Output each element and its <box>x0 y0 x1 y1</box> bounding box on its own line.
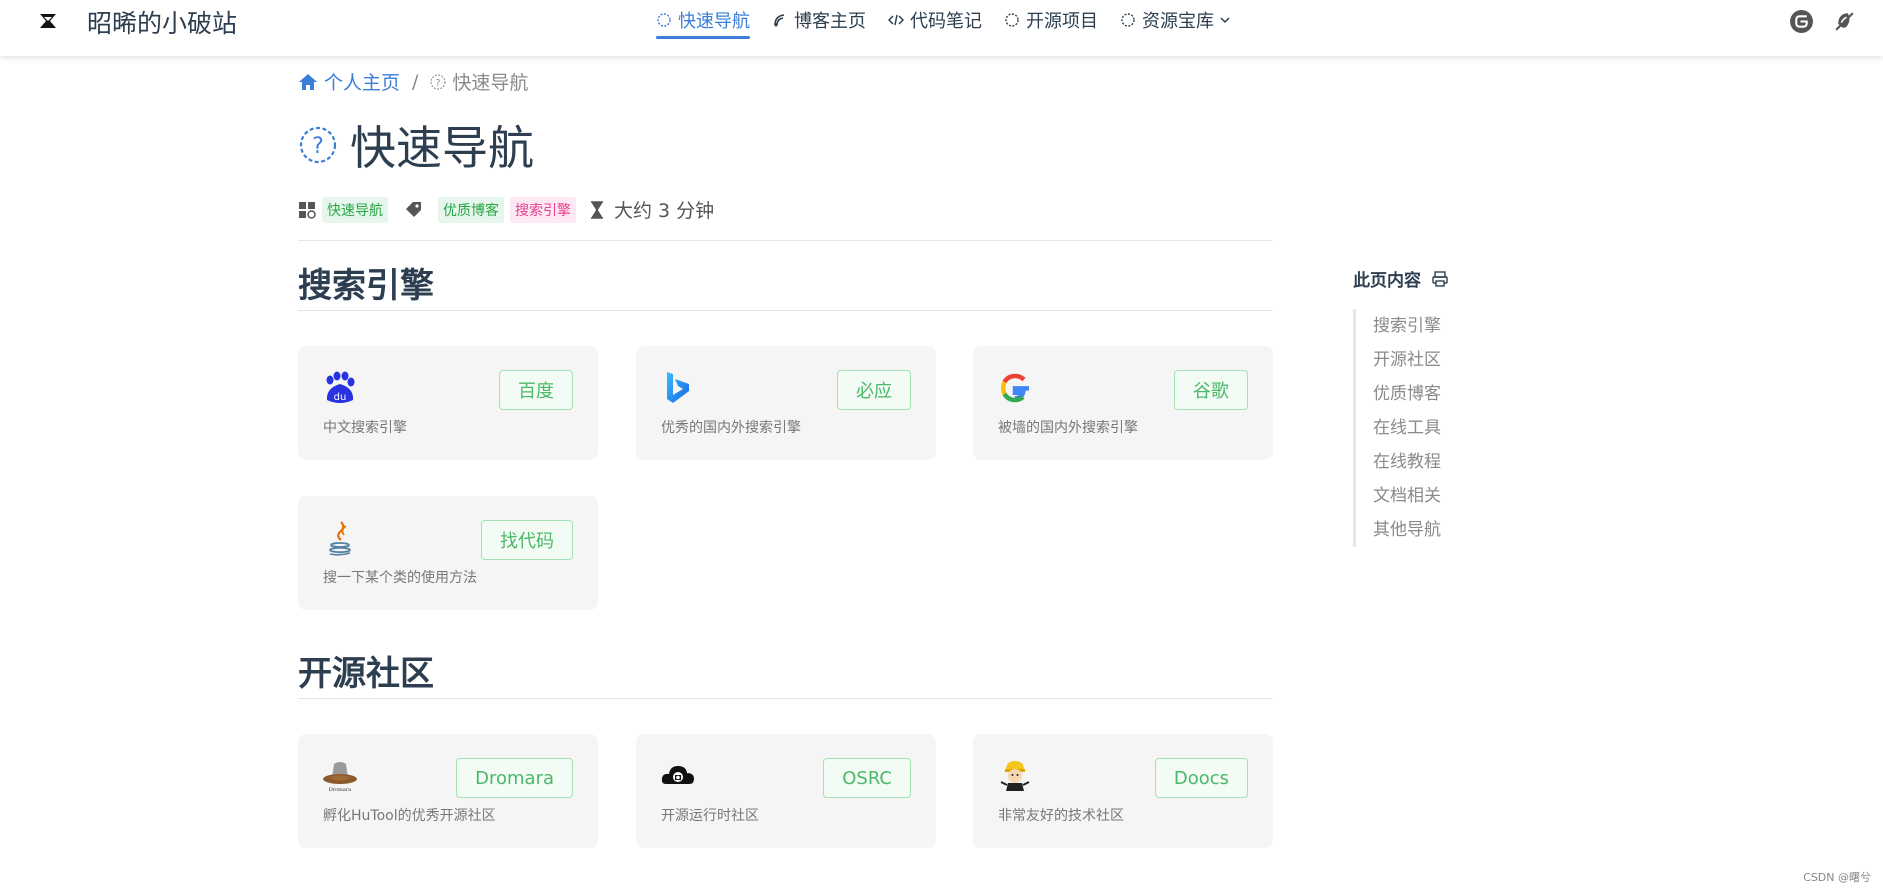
chevron-down-icon <box>1220 17 1230 24</box>
osrc-logo <box>661 766 694 784</box>
card-description: 被墙的国内外搜索引擎 <box>998 420 1138 436</box>
nav-link-code-notes[interactable]: 代码笔记 <box>888 0 982 40</box>
breadcrumb: 个人主页 / ? 快速导航 <box>298 68 528 95</box>
home-icon <box>299 73 317 90</box>
category-tag[interactable]: 快速导航 <box>322 196 388 223</box>
toc-item-other-nav[interactable]: 其他导航 <box>1373 513 1441 547</box>
nav-link-label: 博客主页 <box>794 11 866 32</box>
divider <box>298 698 1273 699</box>
gitee-icon[interactable] <box>1789 9 1814 34</box>
divider <box>298 240 1273 241</box>
tag-quality-blogs[interactable]: 优质博客 <box>438 196 504 223</box>
baidu-logo: du <box>326 371 355 403</box>
baidu-button[interactable]: 百度 <box>499 370 573 410</box>
tag-search-engines[interactable]: 搜索引擎 <box>510 196 576 223</box>
circle-icon <box>1121 13 1135 27</box>
svg-text:?: ? <box>436 78 441 89</box>
section-title-open-source-community: 开源社区 <box>298 654 434 694</box>
nav-link-quick-nav[interactable]: 快速导航 <box>656 0 750 40</box>
card-description: 优秀的国内外搜索引擎 <box>661 420 801 436</box>
toc-title: 此页内容 <box>1353 271 1421 291</box>
code-icon <box>888 14 904 26</box>
nav-link-label: 代码笔记 <box>910 11 982 32</box>
tag-icon <box>406 201 421 217</box>
page-meta: 快速导航 优质博客 搜索引擎 大约 3 分钟 <box>298 196 714 223</box>
nav-card-dromara: Dromara Dromara 孵化HuTool的优秀开源社区 <box>298 734 598 848</box>
svg-text:Dromara: Dromara <box>329 787 352 793</box>
toc-list: 搜索引擎 开源社区 优质博客 在线工具 在线教程 文档相关 其他导航 <box>1353 309 1441 547</box>
nav-card-bing: 必应 优秀的国内外搜索引擎 <box>636 346 936 460</box>
doocs-logo <box>1000 761 1030 791</box>
dromara-logo: Dromara <box>323 762 357 793</box>
page-title-text: 快速导航 <box>350 121 534 175</box>
nav-card-doocs: Doocs 非常友好的技术社区 <box>973 734 1273 848</box>
nav-link-label: 开源项目 <box>1026 11 1098 32</box>
breadcrumb-current-label: 快速导航 <box>452 72 529 94</box>
toc-item-docs[interactable]: 文档相关 <box>1373 479 1441 513</box>
bing-logo <box>667 372 689 403</box>
doocs-button[interactable]: Doocs <box>1154 758 1248 798</box>
circle-icon <box>657 13 671 27</box>
card-description: 非常友好的技术社区 <box>998 808 1124 824</box>
osrc-button[interactable]: OSRC <box>823 758 911 798</box>
card-description: 中文搜索引擎 <box>323 420 407 436</box>
card-description: 开源运行时社区 <box>661 808 759 824</box>
google-logo <box>1001 373 1029 403</box>
find-code-button[interactable]: 找代码 <box>481 520 573 560</box>
circle-icon <box>1005 13 1019 27</box>
java-logo <box>329 521 351 556</box>
toc-item-search-engines[interactable]: 搜索引擎 <box>1373 309 1441 343</box>
watermark-text: CSDN @曙兮 <box>1803 871 1871 884</box>
hourglass-icon <box>591 200 603 219</box>
nav-link-blog[interactable]: 博客主页 <box>772 0 866 40</box>
breadcrumb-home[interactable]: 个人主页 <box>298 68 400 95</box>
toc-item-online-tools[interactable]: 在线工具 <box>1373 411 1441 445</box>
blog-icon <box>774 14 785 27</box>
nav-right-actions <box>1789 9 1857 34</box>
category-icon <box>299 201 316 219</box>
google-button[interactable]: 谷歌 <box>1174 370 1248 410</box>
card-description: 孵化HuTool的优秀开源社区 <box>323 808 496 824</box>
dromara-button[interactable]: Dromara <box>456 758 573 798</box>
nav-card-baidu: du 百度 中文搜索引擎 <box>298 346 598 460</box>
question-circle-icon: ? <box>299 126 337 164</box>
breadcrumb-separator: / <box>412 70 419 93</box>
svg-text:?: ? <box>312 134 324 159</box>
toc-item-quality-blogs[interactable]: 优质博客 <box>1373 377 1441 411</box>
top-navbar: 昭晞的小破站 快速导航 博客主页 代码笔记 开源项目 资源宝库 <box>0 0 1883 56</box>
breadcrumb-home-label: 个人主页 <box>324 72 401 94</box>
svg-text:du: du <box>334 392 347 403</box>
reading-time: 大约 3 分钟 <box>614 200 715 222</box>
print-icon[interactable] <box>1431 270 1449 288</box>
site-logo-icon[interactable] <box>38 12 58 30</box>
nav-link-resources[interactable]: 资源宝库 <box>1120 0 1230 40</box>
nav-card-osrc: OSRC 开源运行时社区 <box>636 734 936 848</box>
site-title[interactable]: 昭晞的小破站 <box>87 4 237 40</box>
nav-links: 快速导航 博客主页 代码笔记 开源项目 资源宝库 <box>656 0 1230 40</box>
toc-header: 此页内容 <box>1353 266 1449 291</box>
bing-button[interactable]: 必应 <box>837 370 911 410</box>
question-circle-icon: ? <box>430 73 447 90</box>
nav-link-label: 快速导航 <box>678 11 750 32</box>
nav-card-find-code: 找代码 搜一下某个类的使用方法 <box>298 496 598 610</box>
card-description: 搜一下某个类的使用方法 <box>323 570 477 586</box>
breadcrumb-current: ? 快速导航 <box>430 68 528 95</box>
section-title-search-engines: 搜索引擎 <box>298 266 434 306</box>
divider <box>298 310 1273 311</box>
nav-link-open-source[interactable]: 开源项目 <box>1004 0 1098 40</box>
theme-toggle-icon[interactable] <box>1832 9 1857 34</box>
nav-link-label: 资源宝库 <box>1142 11 1214 32</box>
toc-item-online-tutorials[interactable]: 在线教程 <box>1373 445 1441 479</box>
page-title: ? 快速导航 <box>298 112 534 178</box>
nav-card-google: 谷歌 被墙的国内外搜索引擎 <box>973 346 1273 460</box>
toc-item-open-source-community[interactable]: 开源社区 <box>1373 343 1441 377</box>
